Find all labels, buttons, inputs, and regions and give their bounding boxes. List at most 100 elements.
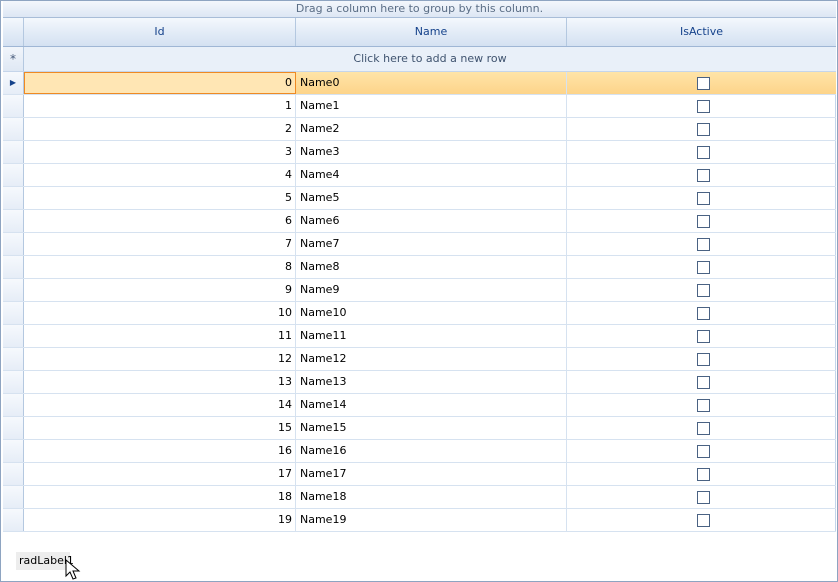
- row-indicator[interactable]: [3, 118, 24, 140]
- isactive-checkbox[interactable]: [697, 100, 710, 113]
- isactive-checkbox[interactable]: [697, 468, 710, 481]
- row-indicator[interactable]: [3, 463, 24, 485]
- cell-name[interactable]: Name9: [296, 279, 567, 301]
- isactive-checkbox[interactable]: [697, 399, 710, 412]
- row-indicator[interactable]: [3, 440, 24, 462]
- table-row[interactable]: 14 Name14: [3, 394, 836, 417]
- cell-name[interactable]: Name17: [296, 463, 567, 485]
- cell-name[interactable]: Name0: [296, 72, 567, 94]
- table-row[interactable]: 13 Name13: [3, 371, 836, 394]
- cell-name[interactable]: Name12: [296, 348, 567, 370]
- cell-name[interactable]: Name16: [296, 440, 567, 462]
- cell-name[interactable]: Name18: [296, 486, 567, 508]
- row-indicator[interactable]: [3, 325, 24, 347]
- cell-id[interactable]: 5: [24, 187, 296, 209]
- table-row[interactable]: 3 Name3: [3, 141, 836, 164]
- cell-name[interactable]: Name4: [296, 164, 567, 186]
- cell-name[interactable]: Name11: [296, 325, 567, 347]
- isactive-checkbox[interactable]: [697, 77, 710, 90]
- table-row[interactable]: 11 Name11: [3, 325, 836, 348]
- table-row[interactable]: 8 Name8: [3, 256, 836, 279]
- cell-name[interactable]: Name7: [296, 233, 567, 255]
- cell-name[interactable]: Name6: [296, 210, 567, 232]
- cell-id[interactable]: 4: [24, 164, 296, 186]
- row-indicator[interactable]: [3, 233, 24, 255]
- add-new-row[interactable]: * Click here to add a new row: [3, 47, 836, 72]
- row-indicator[interactable]: [3, 348, 24, 370]
- row-indicator[interactable]: [3, 279, 24, 301]
- isactive-checkbox[interactable]: [697, 376, 710, 389]
- cell-id[interactable]: 2: [24, 118, 296, 140]
- cell-id[interactable]: 11: [24, 325, 296, 347]
- cell-name[interactable]: Name19: [296, 509, 567, 531]
- cell-name[interactable]: Name13: [296, 371, 567, 393]
- cell-id[interactable]: 7: [24, 233, 296, 255]
- table-row[interactable]: 19 Name19: [3, 509, 836, 532]
- cell-id[interactable]: 8: [24, 256, 296, 278]
- group-by-panel[interactable]: Drag a column here to group by this colu…: [3, 1, 836, 18]
- row-indicator[interactable]: [3, 256, 24, 278]
- isactive-checkbox[interactable]: [697, 238, 710, 251]
- table-row[interactable]: 7 Name7: [3, 233, 836, 256]
- cell-name[interactable]: Name2: [296, 118, 567, 140]
- isactive-checkbox[interactable]: [697, 491, 710, 504]
- cell-id[interactable]: 16: [24, 440, 296, 462]
- cell-name[interactable]: Name14: [296, 394, 567, 416]
- cell-id[interactable]: 19: [24, 509, 296, 531]
- cell-id[interactable]: 14: [24, 394, 296, 416]
- cell-id[interactable]: 12: [24, 348, 296, 370]
- row-indicator[interactable]: [3, 371, 24, 393]
- isactive-checkbox[interactable]: [697, 215, 710, 228]
- row-indicator[interactable]: [3, 187, 24, 209]
- isactive-checkbox[interactable]: [697, 353, 710, 366]
- row-indicator[interactable]: [3, 141, 24, 163]
- row-indicator[interactable]: [3, 394, 24, 416]
- cell-id[interactable]: 0: [24, 72, 296, 94]
- cell-id[interactable]: 17: [24, 463, 296, 485]
- cell-name[interactable]: Name15: [296, 417, 567, 439]
- isactive-checkbox[interactable]: [697, 261, 710, 274]
- table-row[interactable]: ▶ 0 Name0: [3, 72, 836, 95]
- cell-name[interactable]: Name1: [296, 95, 567, 117]
- cell-id[interactable]: 10: [24, 302, 296, 324]
- isactive-checkbox[interactable]: [697, 514, 710, 527]
- table-row[interactable]: 5 Name5: [3, 187, 836, 210]
- row-indicator[interactable]: [3, 302, 24, 324]
- isactive-checkbox[interactable]: [697, 146, 710, 159]
- column-header-id[interactable]: Id: [24, 18, 296, 46]
- cell-id[interactable]: 13: [24, 371, 296, 393]
- table-row[interactable]: 10 Name10: [3, 302, 836, 325]
- table-row[interactable]: 12 Name12: [3, 348, 836, 371]
- isactive-checkbox[interactable]: [697, 307, 710, 320]
- add-new-row-text[interactable]: Click here to add a new row: [24, 47, 836, 71]
- row-indicator[interactable]: [3, 164, 24, 186]
- table-row[interactable]: 9 Name9: [3, 279, 836, 302]
- table-row[interactable]: 15 Name15: [3, 417, 836, 440]
- isactive-checkbox[interactable]: [697, 192, 710, 205]
- table-row[interactable]: 17 Name17: [3, 463, 836, 486]
- isactive-checkbox[interactable]: [697, 330, 710, 343]
- row-indicator-header[interactable]: [3, 18, 24, 46]
- isactive-checkbox[interactable]: [697, 123, 710, 136]
- table-row[interactable]: 16 Name16: [3, 440, 836, 463]
- column-header-isactive[interactable]: IsActive: [567, 18, 836, 46]
- table-row[interactable]: 1 Name1: [3, 95, 836, 118]
- cell-id[interactable]: 3: [24, 141, 296, 163]
- cell-id[interactable]: 15: [24, 417, 296, 439]
- cell-name[interactable]: Name10: [296, 302, 567, 324]
- cell-id[interactable]: 6: [24, 210, 296, 232]
- table-row[interactable]: 18 Name18: [3, 486, 836, 509]
- row-indicator[interactable]: [3, 210, 24, 232]
- table-row[interactable]: 2 Name2: [3, 118, 836, 141]
- isactive-checkbox[interactable]: [697, 445, 710, 458]
- data-grid[interactable]: Drag a column here to group by this colu…: [3, 1, 836, 532]
- isactive-checkbox[interactable]: [697, 169, 710, 182]
- cell-id[interactable]: 1: [24, 95, 296, 117]
- cell-id[interactable]: 9: [24, 279, 296, 301]
- current-row-arrow-icon[interactable]: ▶: [3, 72, 24, 94]
- cell-name[interactable]: Name5: [296, 187, 567, 209]
- row-indicator[interactable]: [3, 486, 24, 508]
- cell-name[interactable]: Name8: [296, 256, 567, 278]
- cell-name[interactable]: Name3: [296, 141, 567, 163]
- row-indicator[interactable]: [3, 509, 24, 531]
